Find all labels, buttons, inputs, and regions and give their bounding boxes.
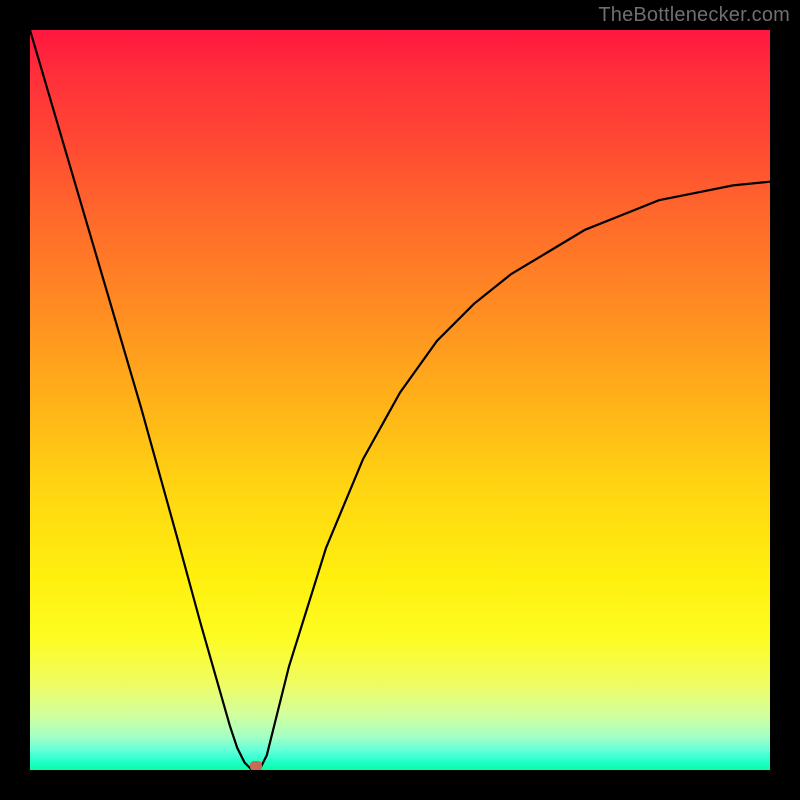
chart-frame: TheBottlenecker.com: [0, 0, 800, 800]
watermark-text: TheBottlenecker.com: [598, 4, 790, 27]
bottleneck-curve-path: [30, 30, 770, 770]
optimal-point-marker: [250, 761, 262, 770]
plot-area: [30, 30, 770, 770]
bottleneck-curve-svg: [30, 30, 770, 770]
